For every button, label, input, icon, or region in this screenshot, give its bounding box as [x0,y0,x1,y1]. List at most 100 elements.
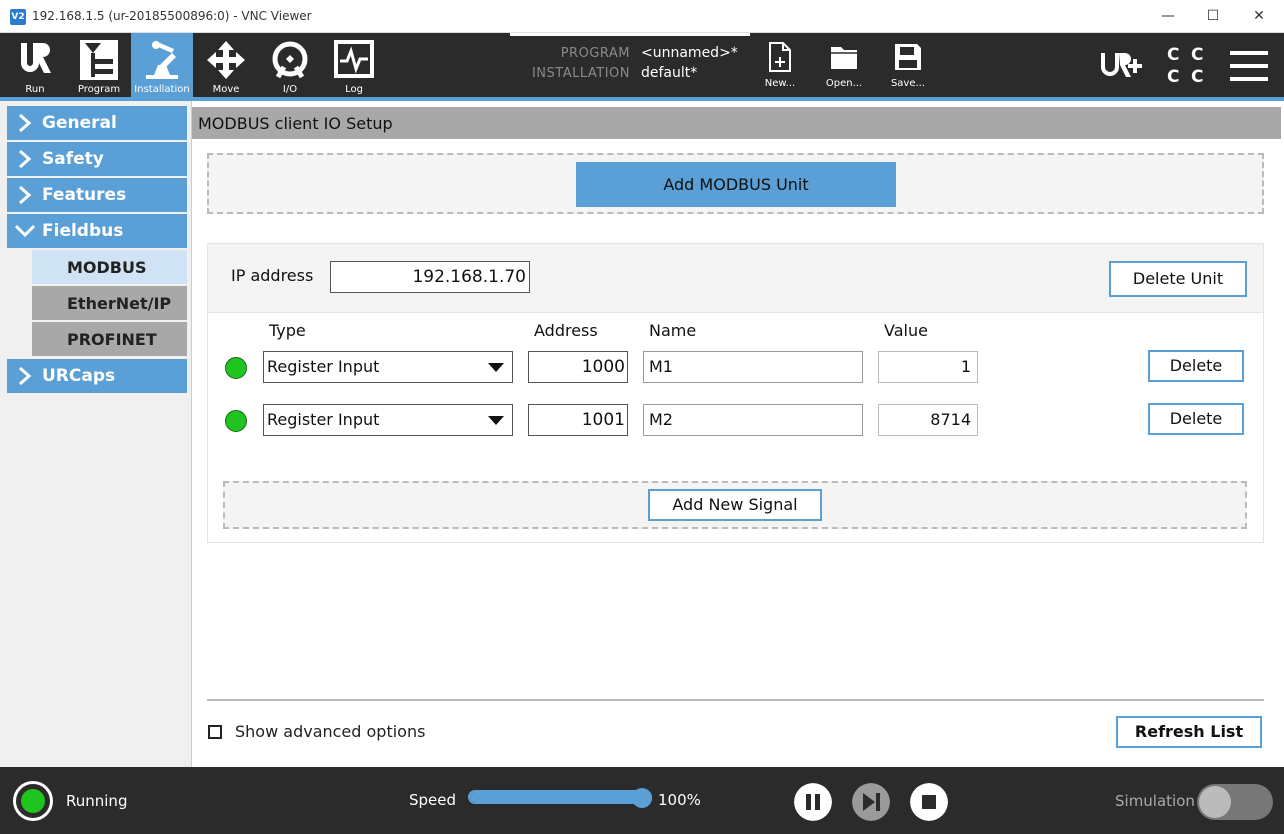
sidebar-item-label: PROFINET [67,330,157,349]
show-advanced-checkbox[interactable] [208,725,222,739]
sidebar-item-safety[interactable]: Safety [7,142,187,176]
nav-log-button[interactable]: Log [323,33,385,97]
cc-letter: C [1167,45,1180,65]
nav-program-label: Program [77,84,121,95]
header-indicator [510,33,750,36]
delete-signal-button[interactable]: Delete [1148,350,1244,382]
signal-address-input[interactable]: 1001 [528,404,628,436]
add-signal-area: Add New Signal [223,481,1247,529]
ip-address-input[interactable]: 192.168.1.70 [330,261,530,293]
modbus-unit-panel: IP address 192.168.1.70 Delete Unit Type… [207,243,1264,543]
sidebar-item-label: EtherNet/IP [67,294,172,313]
sidebar-item-ethernet-ip[interactable]: EtherNet/IP [32,286,187,320]
footer-bar: Running Speed 100% Simulation [0,767,1284,834]
pause-button[interactable] [794,783,832,821]
page-title-bar: MODBUS client IO Setup [192,107,1281,139]
column-header-address: Address [534,321,598,340]
signal-type-value: Register Input [267,357,380,376]
speed-slider-fill [470,792,650,802]
simulation-toggle[interactable] [1197,784,1273,820]
dropdown-arrow-icon [488,416,504,425]
chevron-right-icon [19,113,32,133]
sidebar-item-label: General [42,113,117,133]
add-unit-area: Add MODBUS Unit [207,153,1264,214]
sidebar-item-general[interactable]: General [7,106,187,140]
new-label: New... [764,78,796,89]
simulation-label: Simulation [1115,792,1195,810]
section-divider [207,699,1264,701]
open-label: Open... [825,78,863,89]
status-led [21,789,45,813]
signal-row: Register Input 1001 M2 8714 Delete [208,403,1263,437]
nav-installation-label: Installation [134,84,190,95]
save-button[interactable]: Save... [880,33,936,97]
delete-signal-button[interactable]: Delete [1148,403,1244,435]
chevron-down-icon [15,224,35,238]
sidebar-item-profinet[interactable]: PROFINET [32,322,187,356]
nav-program-button[interactable]: Program [68,33,130,97]
sidebar-item-features[interactable]: Features [7,178,187,212]
cc-letter: C [1191,45,1204,65]
move-arrows-icon [207,41,245,79]
stop-button[interactable] [910,783,948,821]
top-header: Run Program Installation Move I/O Log PR… [0,33,1284,97]
dropdown-arrow-icon [488,363,504,372]
window-title-bar: V2 192.168.1.5 (ur-20185500896:0) - VNC … [0,0,1284,33]
delete-unit-button[interactable]: Delete Unit [1109,261,1247,297]
ur-logo-icon [21,43,51,73]
page-title: MODBUS client IO Setup [198,114,393,133]
sidebar-item-urcaps[interactable]: URCaps [7,359,187,393]
signal-status-led [225,410,247,432]
maximize-button[interactable]: ☐ [1198,5,1228,27]
installation-label: INSTALLATION [531,66,630,81]
signal-type-select[interactable]: Register Input [263,404,513,436]
robot-arm-icon [146,41,178,79]
step-button[interactable] [852,783,890,821]
show-advanced-label[interactable]: Show advanced options [235,722,425,741]
cc-indicators: C C C C [1163,45,1207,87]
sidebar-item-label: Features [42,185,127,205]
window-title: 192.168.1.5 (ur-20185500896:0) - VNC Vie… [32,9,312,23]
signal-type-select[interactable]: Register Input [263,351,513,383]
signal-table: Type Address Name Value Register Input 1… [208,312,1263,542]
speed-slider[interactable] [468,790,652,804]
signal-row: Register Input 1000 M1 1 Delete [208,350,1263,384]
open-button[interactable]: Open... [816,33,872,97]
nav-io-label: I/O [282,84,298,95]
nav-run-button[interactable]: Run [4,33,66,97]
urcaps-plus-icon[interactable] [1099,51,1143,79]
close-button[interactable]: ✕ [1244,5,1274,27]
signal-value-field: 1 [878,351,978,383]
nav-run-label: Run [25,84,45,95]
signal-address-input[interactable]: 1000 [528,351,628,383]
save-label: Save... [890,78,926,89]
nav-installation-button[interactable]: Installation [131,33,193,97]
sidebar-item-modbus[interactable]: MODBUS [32,250,187,284]
add-new-signal-button[interactable]: Add New Signal [648,489,822,521]
sidebar-item-label: Fieldbus [42,221,124,241]
program-name: <unnamed>* [641,45,738,61]
signal-name-input[interactable]: M2 [643,404,863,436]
signal-status-led [225,357,247,379]
refresh-list-button[interactable]: Refresh List [1116,716,1262,748]
nav-log-label: Log [345,84,363,95]
nav-io-button[interactable]: I/O [259,33,321,97]
chevron-right-icon [19,149,32,169]
io-icon [272,41,308,79]
save-icon [895,44,921,70]
signal-name-input[interactable]: M1 [643,351,863,383]
new-button[interactable]: New... [752,33,808,97]
robot-status-indicator[interactable] [13,781,53,821]
sidebar-item-fieldbus[interactable]: Fieldbus [7,214,187,248]
column-header-type: Type [269,321,306,340]
add-modbus-unit-button[interactable]: Add MODBUS Unit [576,162,896,207]
column-header-value: Value [884,321,928,340]
minimize-button[interactable]: — [1153,5,1183,27]
nav-move-button[interactable]: Move [195,33,257,97]
cc-letter: C [1191,67,1204,87]
sidebar-item-label: MODBUS [67,258,147,277]
hamburger-menu-icon[interactable] [1230,51,1268,81]
vnc-viewer-icon: V2 [10,9,26,25]
speed-slider-handle[interactable] [632,788,652,808]
speed-value: 100% [658,791,701,809]
